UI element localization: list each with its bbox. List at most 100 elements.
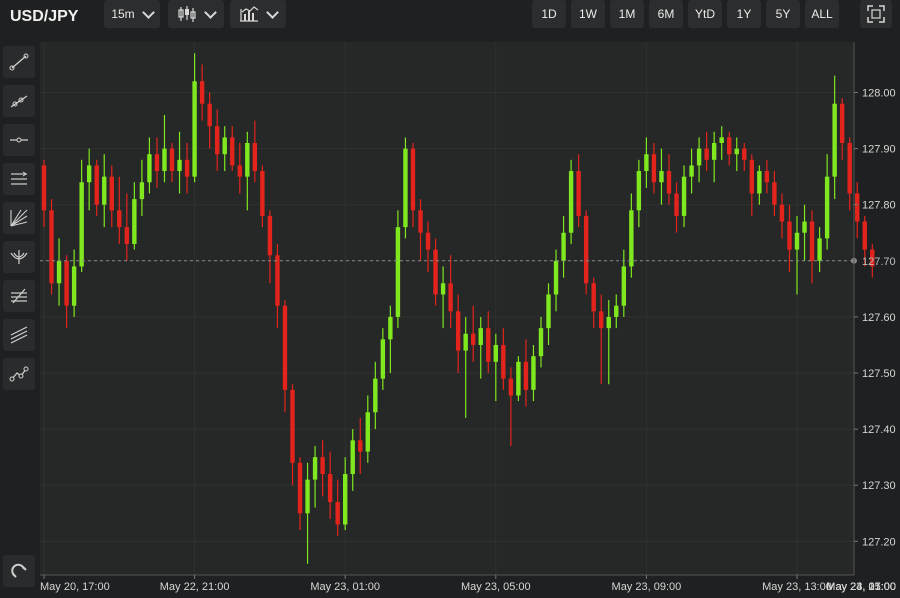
candle-body — [674, 193, 679, 216]
candle-body — [79, 182, 84, 267]
candle-body — [297, 462, 303, 514]
y-tick-label: 127.30 — [862, 480, 896, 492]
candle-body — [184, 159, 190, 177]
candle-body — [855, 193, 860, 222]
candle-body — [230, 137, 235, 166]
candle-body — [486, 328, 491, 362]
candle-body — [267, 215, 273, 256]
candle-body — [862, 221, 867, 250]
candle-body — [358, 440, 363, 452]
candle-body — [275, 255, 280, 306]
candle-body — [847, 142, 852, 194]
candle-body — [757, 171, 762, 194]
candle-body — [41, 165, 47, 211]
candle — [395, 210, 401, 329]
candle-body — [109, 176, 114, 211]
candle-body — [207, 103, 212, 127]
candle-body — [576, 171, 581, 216]
candle-body — [440, 283, 446, 295]
candle-body — [343, 474, 348, 525]
candle-body — [365, 412, 370, 452]
candle-body — [621, 266, 627, 306]
candle-body — [719, 137, 724, 143]
x-axis-ticks: May 20, 17:00 May 22, 21:00 May 23, 01:00 M… — [40, 575, 896, 593]
candle-body — [214, 126, 220, 155]
candle-body — [471, 333, 476, 345]
candle-body — [704, 148, 709, 160]
y-tick-label: 127.80 — [862, 200, 896, 212]
candle-body — [448, 283, 453, 312]
candle-body — [839, 103, 845, 143]
candle-body — [817, 238, 822, 261]
candle-body — [523, 361, 529, 390]
candle-body — [651, 154, 657, 183]
candle-body — [614, 305, 619, 317]
candle-body — [538, 328, 544, 357]
candle-body — [86, 165, 92, 183]
candle-body — [252, 142, 258, 172]
candle-body — [290, 389, 295, 463]
candlestick-chart-svg[interactable]: 127.70 127.20127.30127.40127.50127.60127… — [0, 0, 900, 593]
candle-body — [282, 305, 288, 390]
candle-body — [425, 232, 431, 250]
y-tick-label: 127.20 — [862, 536, 896, 548]
candle-body — [312, 457, 318, 480]
candle — [516, 356, 521, 402]
candle-body — [410, 148, 416, 211]
candle-body — [772, 182, 777, 205]
candle-body — [418, 210, 423, 233]
candle-body — [689, 165, 694, 177]
candle-body — [327, 474, 333, 503]
candle-body — [681, 176, 687, 216]
candle-body — [583, 215, 589, 284]
candle-body — [237, 165, 242, 177]
candle-body — [49, 210, 54, 284]
current-price-label: 127.70 — [862, 256, 896, 268]
candle-body — [802, 221, 807, 233]
y-tick-label: 127.50 — [862, 368, 896, 380]
candle-body — [493, 344, 498, 362]
x-tick-label: May 20, 17:00 — [40, 581, 110, 593]
candle-body — [94, 165, 99, 205]
candle-body — [787, 221, 792, 250]
candle-body — [388, 316, 393, 340]
candle-body — [636, 171, 642, 211]
candle-body — [320, 457, 325, 475]
candle-body — [809, 221, 815, 261]
candle — [49, 199, 54, 295]
candle — [855, 182, 860, 239]
candle-body — [794, 232, 800, 250]
candle-body — [546, 294, 551, 329]
candle-body — [455, 311, 461, 351]
candle-body — [395, 227, 401, 317]
y-tick-label: 128.00 — [862, 87, 896, 99]
candle-body — [711, 142, 717, 160]
candle-body — [516, 361, 521, 396]
candle-body — [832, 103, 837, 177]
x-tick-label: May 23, 01:00 — [310, 581, 380, 593]
candle-body — [102, 176, 107, 205]
candle-body — [553, 260, 559, 295]
candle-body — [508, 378, 514, 396]
candle-body — [501, 344, 506, 379]
candle-body — [629, 210, 634, 267]
candle-body — [403, 148, 408, 228]
candle-body — [734, 148, 739, 155]
candle-body — [260, 171, 265, 216]
candle-body — [779, 204, 785, 222]
candle-body — [350, 440, 355, 475]
y-axis-ticks: 127.20 127.30 127.40 127.50 127.60 127.80 127.… — [854, 87, 896, 548]
y-tick-label: 127.90 — [862, 144, 896, 156]
candle-body — [245, 142, 250, 177]
candle-body — [478, 328, 483, 345]
plot-area[interactable] — [40, 42, 854, 575]
candle-body — [749, 159, 755, 194]
candle-body — [56, 260, 62, 284]
candle-body — [591, 283, 596, 312]
candle-body — [169, 148, 175, 172]
x-tick-label: May 23, 05:00 — [461, 581, 531, 593]
price-chart[interactable]: 127.70 127.20 127.30 127.40 127.50 127.60 127… — [0, 0, 900, 593]
candle-body — [64, 260, 69, 306]
candle-body — [124, 227, 130, 244]
candle-body — [154, 154, 160, 172]
